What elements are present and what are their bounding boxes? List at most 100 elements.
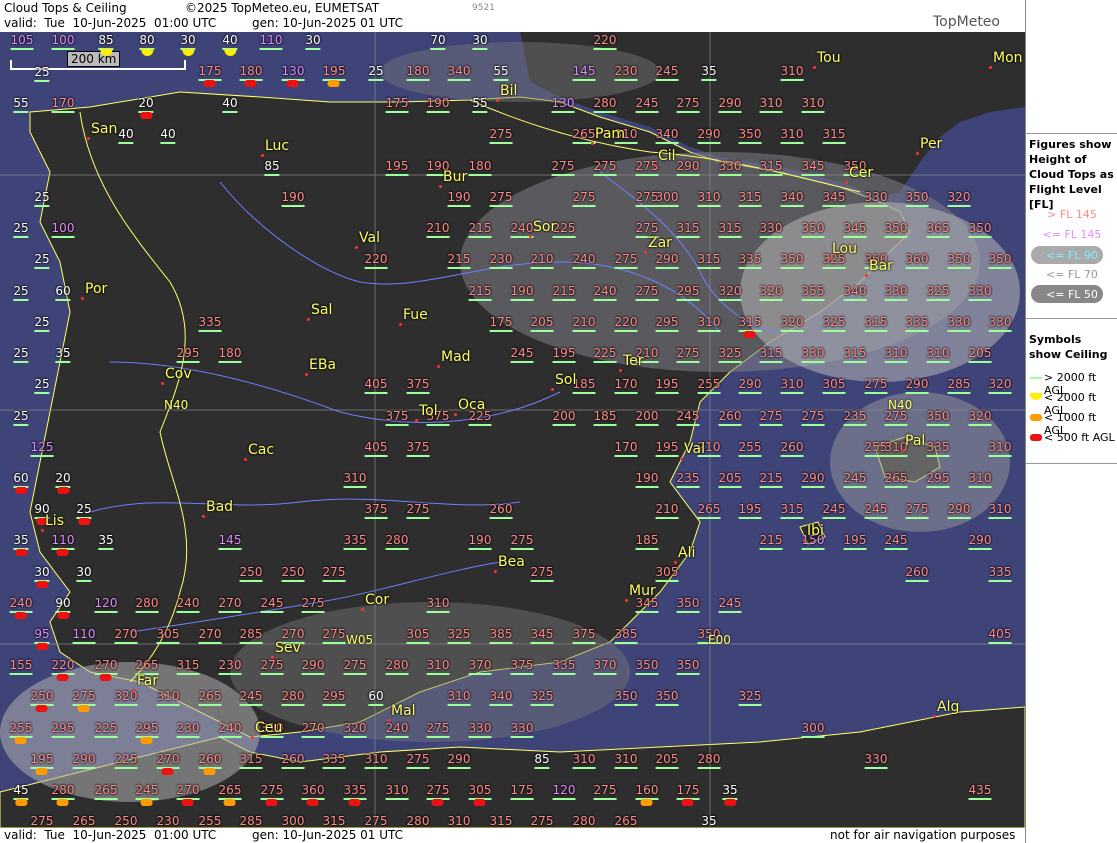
ceiling-underline: [801, 236, 825, 238]
cloud-top-value: 195: [843, 533, 867, 550]
cloud-top-value: 205: [655, 752, 679, 769]
ceiling-underline: [593, 48, 617, 50]
cloud-top-value: 280: [51, 783, 75, 806]
cloud-top-value: 310: [447, 689, 471, 706]
ceiling-underline: [218, 611, 242, 613]
ceiling-underline: [759, 548, 783, 550]
cloud-top-value: 235: [843, 409, 867, 426]
ceiling-underline: [655, 142, 679, 144]
cloud-top-value: 295: [322, 689, 346, 706]
city-label: Ceu: [255, 720, 283, 736]
ceiling-underline: [822, 267, 846, 269]
cloud-top-value: 330: [801, 346, 825, 363]
cloud-top-value: 275: [530, 565, 554, 582]
ceiling-underline: [697, 267, 721, 269]
cloud-tops-map[interactable]: 200 km 105 100 85 80 30 40 110 30 70 30 220 25 175 18…: [0, 32, 1025, 828]
ceiling-underline: [655, 517, 679, 519]
ceiling-underline: [114, 704, 138, 706]
cloud-top-value: 85: [264, 159, 280, 176]
cloud-top-value: 315: [697, 252, 721, 269]
cloud-top-value: 275: [322, 565, 346, 582]
cloud-top-value: 55: [13, 96, 29, 113]
cloud-top-value: 340: [489, 689, 513, 706]
city-label: Cer: [849, 165, 874, 181]
cloud-top-value: 270: [218, 596, 242, 613]
city-label: Val: [359, 230, 380, 246]
cloud-top-value: 290: [697, 127, 721, 144]
ceiling-underline: [593, 424, 617, 426]
cloud-top-value: 215: [468, 221, 492, 238]
ceiling-symbol: [641, 799, 653, 806]
cloud-top-value: 305: [655, 565, 679, 582]
ceiling-underline: [843, 424, 867, 426]
ceiling-underline: [406, 79, 430, 81]
ceiling-underline: [572, 205, 596, 207]
city-marker-icon: [674, 561, 677, 564]
ceiling-underline: [489, 205, 513, 207]
city-marker-icon: [454, 413, 457, 416]
ceiling-underline: [614, 455, 638, 457]
ceiling-underline: [676, 236, 700, 238]
ceiling-underline: [510, 299, 534, 301]
ceiling-underline: [13, 236, 29, 238]
city-label: Cil: [658, 148, 676, 164]
map-title: Cloud Tops & Ceiling: [4, 1, 127, 15]
ceiling-symbol: [57, 487, 69, 494]
cloud-top-value: 350: [926, 409, 950, 426]
ceiling-underline: [780, 392, 804, 394]
ceiling-underline: [447, 79, 471, 81]
cloud-top-value: 350: [738, 127, 762, 144]
city-marker-icon: [828, 257, 831, 260]
ceiling-underline: [259, 48, 283, 50]
cloud-top-value: 325: [447, 627, 471, 644]
city-marker-icon: [625, 599, 628, 602]
ceiling-underline: [94, 736, 118, 738]
cloud-top-value: 195: [655, 377, 679, 394]
ceiling-underline: [655, 267, 679, 269]
ceiling-symbol: [204, 80, 216, 87]
cloud-top-value: 355: [801, 284, 825, 301]
ceiling-underline: [905, 517, 929, 519]
cloud-top-value: 310: [426, 658, 450, 675]
ceiling-underline: [551, 174, 575, 176]
cloud-top-value: 285: [239, 627, 263, 644]
cloud-top-value: 275: [426, 783, 450, 806]
ceiling-underline: [530, 267, 554, 269]
ceiling-symbol: [36, 768, 48, 775]
city-marker-icon: [202, 515, 205, 518]
ceiling-underline: [468, 548, 492, 550]
cloud-top-value: 245: [676, 409, 700, 426]
cloud-top-value: 265: [884, 471, 908, 488]
copyright: ©2025 TopMeteo.eu, EUMETSAT: [185, 1, 380, 15]
cloud-top-value: 330: [864, 190, 888, 207]
cloud-top-value: 275: [676, 96, 700, 113]
ceiling-underline: [281, 767, 305, 769]
ceiling-underline: [926, 455, 950, 457]
ceiling-underline: [472, 48, 488, 50]
ceiling-underline: [864, 392, 888, 394]
ceiling-underline: [368, 79, 384, 81]
cloud-top-value: 290: [968, 533, 992, 550]
ceiling-underline: [239, 767, 263, 769]
cloud-top-value: 405: [364, 377, 388, 394]
cloud-top-value: 315: [843, 346, 867, 363]
cloud-top-value: 340: [843, 284, 867, 301]
ceiling-underline: [55, 361, 71, 363]
ceiling-underline: [884, 548, 908, 550]
cloud-top-value: 180: [468, 159, 492, 176]
city-marker-icon: [619, 369, 622, 372]
ceiling-underline: [968, 299, 992, 301]
cloud-top-value: 275: [531, 814, 554, 828]
ceiling-underline: [655, 79, 679, 81]
ceiling-underline: [489, 330, 513, 332]
ceiling-underline: [864, 330, 888, 332]
cloud-top-value: 275: [572, 190, 596, 207]
ceiling-underline: [198, 704, 222, 706]
cloud-top-value: 310: [968, 471, 992, 488]
legend-fl-le-90: <= FL 90: [1046, 249, 1098, 262]
cloud-top-value: 175: [676, 783, 700, 806]
city-marker-icon: [361, 608, 364, 611]
cloud-top-value: 260: [489, 502, 513, 519]
ceiling-underline: [843, 548, 867, 550]
cloud-top-value: 70: [430, 33, 446, 50]
